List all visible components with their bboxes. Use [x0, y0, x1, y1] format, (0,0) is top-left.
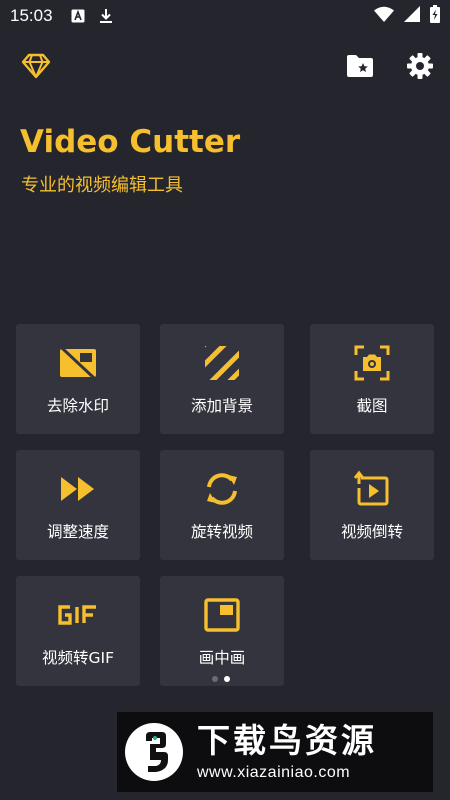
tool-label: 去除水印 [46, 397, 109, 415]
tool-screenshot[interactable]: 截图 [310, 324, 434, 434]
tool-rotate-video[interactable]: 旋转视频 [160, 450, 284, 560]
status-bar: 15:03 [0, 0, 450, 32]
page-dot[interactable] [212, 676, 218, 682]
bird-logo-icon [125, 723, 183, 781]
remove-watermark-icon [16, 344, 140, 382]
status-time: 15:03 [10, 6, 53, 25]
watermark-text: 下载鸟资源 [197, 720, 377, 760]
tool-label: 视频倒转 [340, 523, 403, 541]
folder-star-icon[interactable] [345, 52, 375, 80]
stripes-background-icon [160, 344, 284, 382]
rotate-icon [160, 470, 284, 508]
tool-label: 调整速度 [46, 523, 109, 541]
diamond-icon[interactable] [20, 51, 52, 81]
a-box-icon [67, 5, 89, 27]
tool-label: 截图 [356, 397, 388, 415]
app-title: Video Cutter [20, 124, 241, 160]
page-indicator [212, 676, 230, 682]
tool-picture-in-picture[interactable]: 画中画 [160, 576, 284, 686]
wifi-icon [374, 6, 394, 26]
watermark-banner: 下载鸟资源 www.xiazainiao.com [117, 712, 433, 792]
tool-reverse-video[interactable]: 视频倒转 [310, 450, 434, 560]
picture-in-picture-icon [160, 596, 284, 634]
tool-label: 添加背景 [190, 397, 253, 415]
tool-adjust-speed[interactable]: 调整速度 [16, 450, 140, 560]
reverse-video-icon [310, 470, 434, 508]
gear-icon[interactable] [404, 50, 436, 82]
battery-charging-icon [430, 5, 440, 27]
fast-forward-icon [16, 470, 140, 508]
tool-label: 视频转GIF [42, 649, 114, 667]
watermark-url: www.xiazainiao.com [197, 763, 351, 781]
gif-icon [16, 596, 140, 634]
tool-label: 旋转视频 [190, 523, 253, 541]
signal-icon [404, 6, 420, 26]
tool-label: 画中画 [198, 649, 246, 667]
tool-video-to-gif[interactable]: 视频转GIF [16, 576, 140, 686]
download-icon [95, 5, 117, 27]
tool-add-background[interactable]: 添加背景 [160, 324, 284, 434]
screenshot-camera-icon [310, 344, 434, 382]
app-subtitle: 专业的视频编辑工具 [21, 175, 183, 196]
tool-remove-watermark[interactable]: 去除水印 [16, 324, 140, 434]
page-dot-active[interactable] [224, 676, 230, 682]
